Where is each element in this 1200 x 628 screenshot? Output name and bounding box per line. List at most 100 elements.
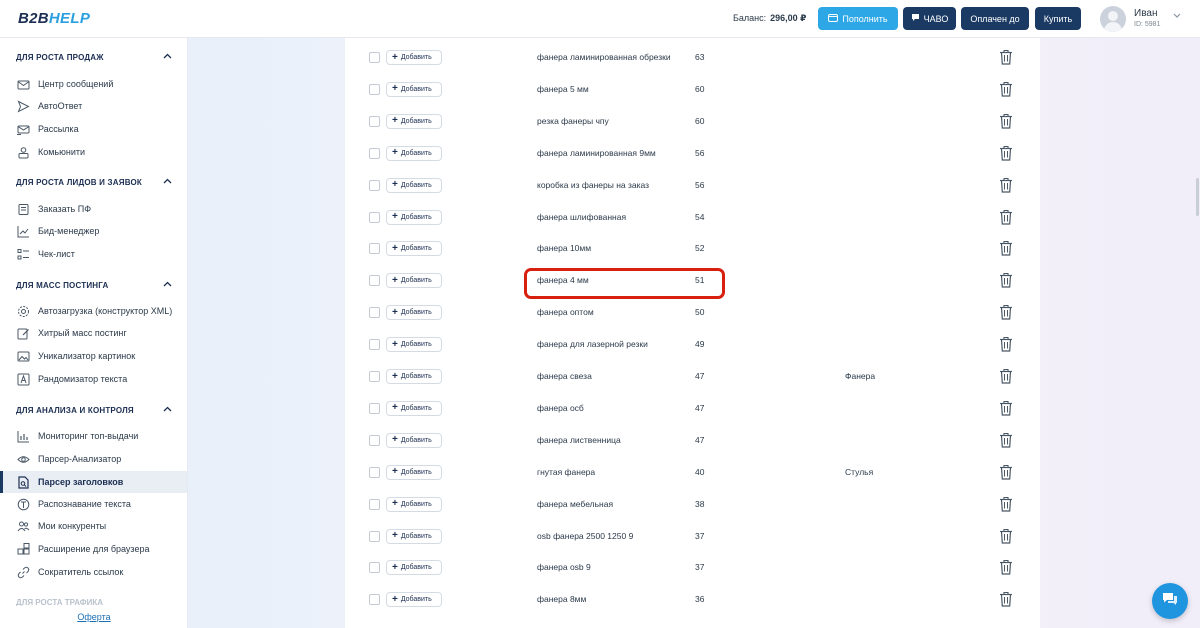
logo[interactable]: B2BHELP (18, 10, 90, 27)
sidebar-item-messages[interactable]: Центр сообщений (0, 73, 187, 95)
sidebar-item-xml-autoload[interactable]: Автозагрузка (конструктор XML) (0, 300, 187, 322)
add-button[interactable]: + Добавить (386, 273, 442, 289)
sidebar-item-text-recognition[interactable]: Распознавание текста (0, 493, 187, 515)
sidebar-item-competitors[interactable]: Мои конкуренты (0, 515, 187, 537)
trash-icon[interactable] (999, 177, 1013, 193)
sidebar-item-label: Хитрый масс постинг (38, 328, 127, 338)
row-checkbox[interactable] (369, 275, 380, 287)
row-checkbox[interactable] (369, 498, 380, 510)
table-row: + Добавить фанера свеза 47 Фанера (345, 363, 1040, 395)
trash-icon[interactable] (999, 49, 1013, 65)
row-checkbox[interactable] (369, 243, 380, 255)
sidebar-item-label: Парсер-Анализатор (38, 454, 122, 464)
trash-icon[interactable] (999, 400, 1013, 416)
gear-icon (17, 305, 30, 318)
chevron-up-icon[interactable] (163, 176, 172, 186)
chevron-up-icon[interactable] (163, 404, 172, 414)
sidebar-item-checklist[interactable]: Чек-лист (0, 243, 187, 265)
trash-icon[interactable] (999, 240, 1013, 256)
trash-icon[interactable] (999, 304, 1013, 320)
add-button[interactable]: + Добавить (386, 464, 442, 480)
row-checkbox[interactable] (369, 434, 380, 446)
trash-icon[interactable] (999, 113, 1013, 129)
trash-icon[interactable] (999, 432, 1013, 448)
support-chat-button[interactable] (1152, 583, 1188, 619)
sidebar-item-text-randomizer[interactable]: Рандомизатор текста (0, 368, 187, 390)
sidebar-item-title-parser[interactable]: Парсер заголовков (0, 471, 187, 493)
row-checkbox[interactable] (369, 179, 380, 191)
trash-icon[interactable] (999, 591, 1013, 607)
add-label: Добавить (400, 468, 432, 476)
table-row: + Добавить фанера оптом 50 (345, 299, 1040, 331)
chevron-up-icon[interactable] (163, 279, 172, 289)
category-cell: Стулья (845, 466, 874, 477)
add-button[interactable]: + Добавить (386, 305, 442, 321)
trash-icon[interactable] (999, 368, 1013, 384)
row-checkbox[interactable] (369, 307, 380, 319)
sidebar-item-top-monitoring[interactable]: Мониторинг топ-выдачи (0, 425, 187, 447)
row-checkbox[interactable] (369, 83, 380, 95)
avatar[interactable] (1100, 6, 1126, 32)
user-name[interactable]: Иван (1134, 8, 1157, 19)
chevron-down-icon[interactable] (1173, 11, 1181, 22)
row-checkbox[interactable] (369, 371, 380, 382)
row-checkbox[interactable] (369, 402, 380, 414)
trash-icon[interactable] (999, 528, 1013, 544)
trash-icon[interactable] (999, 336, 1013, 352)
frequency-cell: 38 (695, 498, 705, 509)
row-checkbox[interactable] (369, 530, 380, 542)
sidebar-item-bid-manager[interactable]: Бид-менеджер (0, 220, 187, 242)
row-checkbox[interactable] (369, 211, 380, 223)
add-button[interactable]: + Добавить (386, 81, 442, 97)
frequency-cell: 52 (695, 243, 705, 254)
chevron-up-icon[interactable] (163, 51, 172, 61)
trash-icon[interactable] (999, 145, 1013, 161)
topup-button[interactable]: Пополнить (818, 7, 898, 30)
add-button[interactable]: + Добавить (386, 592, 442, 608)
add-button[interactable]: + Добавить (386, 369, 442, 384)
add-button[interactable]: + Добавить (386, 560, 442, 576)
add-button[interactable]: + Добавить (386, 400, 442, 416)
sidebar-item-community[interactable]: Комьюнити (0, 141, 187, 163)
add-button[interactable]: + Добавить (386, 145, 442, 161)
add-button[interactable]: + Добавить (386, 337, 442, 353)
plus-icon: + (392, 274, 398, 286)
frequency-cell: 51 (695, 275, 705, 286)
sidebar-item-order-pf[interactable]: Заказать ПФ (0, 198, 187, 220)
faq-button[interactable]: ЧАВО (903, 7, 956, 30)
offer-link[interactable]: Оферта (77, 612, 110, 622)
add-button[interactable]: + Добавить (386, 113, 442, 129)
add-button[interactable]: + Добавить (386, 209, 442, 225)
sidebar-item-autoreply[interactable]: АвтоОтвет (0, 95, 187, 117)
add-button[interactable]: + Добавить (386, 528, 442, 544)
row-checkbox[interactable] (369, 594, 380, 606)
page-scrollbar[interactable] (1196, 178, 1199, 216)
add-button[interactable]: + Добавить (386, 432, 442, 448)
sidebar-item-mass-posting[interactable]: Хитрый масс постинг (0, 322, 187, 344)
sidebar-item-image-uniquer[interactable]: Уникализатор картинок (0, 345, 187, 367)
trash-icon[interactable] (999, 559, 1013, 575)
trash-icon[interactable] (999, 272, 1013, 288)
row-checkbox[interactable] (369, 466, 380, 478)
trash-icon[interactable] (999, 496, 1013, 512)
add-button[interactable]: + Добавить (386, 496, 442, 512)
send-icon (17, 99, 30, 113)
add-button[interactable]: + Добавить (386, 50, 442, 65)
row-checkbox[interactable] (369, 52, 380, 63)
buy-button[interactable]: Купить (1035, 7, 1081, 30)
sidebar-item-broadcast[interactable]: Рассылка (0, 118, 187, 140)
paid-until-button[interactable]: Оплачен до (961, 7, 1029, 30)
add-button[interactable]: + Добавить (386, 241, 442, 257)
sidebar-item-browser-extension[interactable]: Расширение для браузера (0, 538, 187, 560)
sidebar-item-link-shortener[interactable]: Сократитель ссылок (0, 561, 187, 583)
trash-icon[interactable] (999, 209, 1013, 225)
trash-icon[interactable] (999, 81, 1013, 97)
row-checkbox[interactable] (369, 339, 380, 351)
row-checkbox[interactable] (369, 147, 380, 159)
row-checkbox[interactable] (369, 562, 380, 574)
add-button[interactable]: + Добавить (386, 177, 442, 193)
sidebar-item-parser-analyzer[interactable]: Парсер-Анализатор (0, 448, 187, 470)
row-checkbox[interactable] (369, 115, 380, 127)
trash-icon[interactable] (999, 464, 1013, 480)
avatar-body (1104, 22, 1122, 32)
